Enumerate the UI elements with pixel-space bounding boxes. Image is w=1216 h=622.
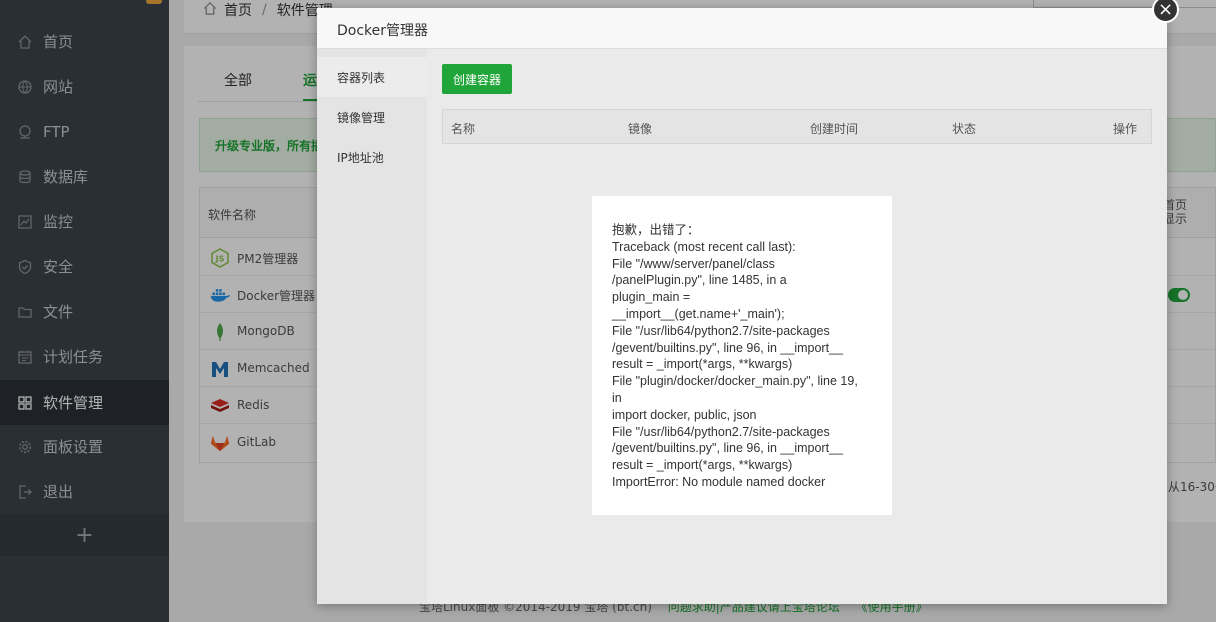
error-line: File "plugin/docker/docker_main.py", lin… (612, 374, 858, 389)
nav-container-list[interactable]: 容器列表 (317, 57, 427, 97)
error-line: plugin_main = (612, 290, 691, 305)
error-line: File "/www/server/panel/class (612, 256, 775, 271)
error-line: result = _import(*args, **kwargs) (612, 458, 793, 473)
error-line: Traceback (most recent call last): (612, 239, 796, 254)
column-header-created: 创建时间 (810, 122, 859, 136)
dialog-header: Docker管理器 (317, 8, 1167, 49)
error-line: ImportError: No module named docker (612, 474, 826, 489)
column-header-status: 状态 (952, 122, 977, 136)
error-line: 抱歉，出错了： (612, 223, 700, 237)
nav-ip-pool[interactable]: IP地址池 (317, 137, 427, 177)
error-line: /panelPlugin.py", line 1485, in a (612, 273, 787, 288)
container-table-header: 名称 镜像 创建时间 状态 操作 (442, 109, 1152, 144)
error-message: 抱歉，出错了： Traceback (most recent call last… (592, 196, 892, 515)
column-header-image: 镜像 (628, 122, 653, 136)
error-line: in (612, 390, 622, 405)
error-line: File "/usr/lib64/python2.7/site-packages (612, 424, 830, 439)
error-line: result = _import(*args, **kwargs) (612, 357, 793, 372)
create-container-button[interactable]: 创建容器 (442, 64, 512, 94)
dialog-nav: 容器列表 镜像管理 IP地址池 (317, 49, 427, 604)
error-line: File "/usr/lib64/python2.7/site-packages (612, 323, 830, 338)
dialog-title: Docker管理器 (337, 23, 429, 39)
nav-image-management[interactable]: 镜像管理 (317, 97, 427, 137)
column-header-actions: 操作 (1113, 122, 1138, 136)
error-line: import docker, public, json (612, 407, 757, 422)
error-line: __import__(get.name+'_main'); (612, 306, 785, 321)
column-header-name: 名称 (451, 122, 476, 136)
error-line: /gevent/builtins.py", line 96, in __impo… (612, 340, 843, 355)
error-line: /gevent/builtins.py", line 96, in __impo… (612, 441, 843, 456)
